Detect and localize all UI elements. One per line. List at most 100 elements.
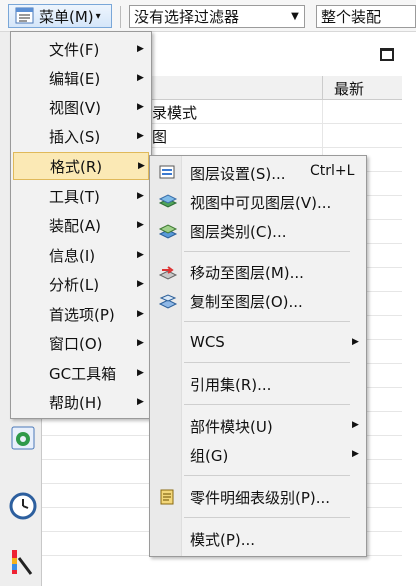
menu-item-label: 零件明细表级别(P)... [190,489,331,507]
layer-settings-icon [159,165,175,179]
menu-item-label: 图层类别(C)... [190,223,287,241]
menu-item-help[interactable]: 帮助(H) ▶ [13,388,149,416]
row-text: 图 [152,128,168,146]
menu-item-layer-settings[interactable]: 图层设置(S)... Ctrl+L [152,159,364,187]
column-divider [322,76,323,100]
menu-item-part-module[interactable]: 部件模块(U) ▶ [152,412,364,440]
selection-filter-value: 没有选择过滤器 [134,8,240,26]
submenu-arrow-icon: ▶ [137,44,144,54]
menu-item-label: 模式(P)... [190,531,256,549]
web-browser-icon[interactable] [9,424,37,452]
submenu-arrow-icon: ▶ [137,102,144,112]
menu-item-analysis[interactable]: 分析(L) ▶ [13,270,149,298]
menu-separator [184,517,350,518]
menu-item-layer-category[interactable]: 图层类别(C)... [152,217,364,245]
menu-button-label: 菜单(M) [39,7,94,26]
main-menu: 文件(F) ▶ 编辑(E) ▶ 视图(V) ▶ 插入(S) ▶ 格式(R) ▶ … [10,31,152,419]
menu-item-label: 引用集(R)... [190,376,272,394]
menu-item-edit[interactable]: 编辑(E) ▶ [13,64,149,92]
row-text: 录模式 [152,104,198,122]
menu-item-preferences[interactable]: 首选项(P) ▶ [13,300,149,328]
menu-separator [184,251,350,252]
menu-item-label: 组(G) [190,447,229,465]
assembly-scope-value: 整个装配 [321,8,382,26]
shortcut-label: Ctrl+L [310,163,355,179]
submenu-arrow-icon: ▶ [137,73,144,83]
submenu-arrow-icon: ▶ [137,131,144,141]
submenu-arrow-icon: ▶ [352,337,359,347]
toolbar-divider [120,6,121,28]
menu-item-label: GC工具箱 [49,364,117,383]
menu-item-label: 首选项(P) [49,305,115,324]
submenu-arrow-icon: ▶ [137,368,144,378]
submenu-arrow-icon: ▶ [352,449,359,459]
parts-list-icon [160,489,174,505]
menu-item-reference-set[interactable]: 引用集(R)... [152,370,364,398]
assembly-scope-dropdown[interactable]: 整个装配 [316,5,416,28]
dropdown-arrow-icon[interactable]: ▼ [286,11,304,22]
menu-item-label: WCS [190,333,225,351]
move-to-layer-icon [158,266,178,280]
format-submenu: 图层设置(S)... Ctrl+L 视图中可见图层(V)... 图层类别(C).… [149,155,367,557]
menu-item-label: 窗口(O) [49,334,103,353]
column-divider [322,100,323,124]
menu-item-label: 部件模块(U) [190,418,273,436]
roles-icon[interactable] [9,548,37,576]
menu-item-info[interactable]: 信息(I) ▶ [13,241,149,269]
column-latest[interactable]: 最新 [334,78,364,99]
menu-item-parts-list-level[interactable]: 零件明细表级别(P)... [152,483,364,511]
maximize-icon[interactable] [380,48,394,61]
menu-item-label: 文件(F) [49,40,100,59]
submenu-arrow-icon: ▶ [137,338,144,348]
menu-item-wcs[interactable]: WCS ▶ [152,329,364,357]
menu-item-label: 复制至图层(O)... [190,293,303,311]
menu-item-label: 插入(S) [49,127,101,146]
menu-item-tools[interactable]: 工具(T) ▶ [13,182,149,210]
menu-item-insert[interactable]: 插入(S) ▶ [13,122,149,150]
chevron-down-icon: ▾ [95,10,101,22]
visible-layers-icon [158,194,178,208]
menu-item-group[interactable]: 组(G) ▶ [152,441,364,469]
copy-to-layer-icon [158,294,178,309]
menu-item-label: 信息(I) [49,246,96,265]
menu-item-label: 帮助(H) [49,393,102,412]
menu-item-window[interactable]: 窗口(O) ▶ [13,329,149,357]
submenu-arrow-icon: ▶ [137,279,144,289]
submenu-arrow-icon: ▶ [138,161,145,171]
submenu-arrow-icon: ▶ [137,220,144,230]
menu-item-file[interactable]: 文件(F) ▶ [13,35,149,63]
menu-separator [184,362,350,363]
menu-item-view[interactable]: 视图(V) ▶ [13,93,149,121]
menu-separator [184,321,350,322]
submenu-arrow-icon: ▶ [137,309,144,319]
menu-separator [184,475,350,476]
column-divider [322,124,323,148]
menu-item-copy-to-layer[interactable]: 复制至图层(O)... [152,287,364,315]
top-toolbar: 菜单(M) ▾ 没有选择过滤器 ▼ 整个装配 [0,0,416,32]
submenu-arrow-icon: ▶ [352,420,359,430]
menu-item-label: 工具(T) [49,187,100,206]
menu-item-visible-layers[interactable]: 视图中可见图层(V)... [152,188,364,216]
layer-category-icon [158,224,178,239]
menu-item-label: 视图中可见图层(V)... [190,194,332,212]
submenu-arrow-icon: ▶ [137,397,144,407]
menu-item-format[interactable]: 格式(R) ▶ [13,152,149,180]
submenu-arrow-icon: ▶ [137,250,144,260]
selection-filter-dropdown[interactable]: 没有选择过滤器 ▼ [129,5,305,28]
menu-item-mode[interactable]: 模式(P)... [152,525,364,553]
menu-item-label: 移动至图层(M)... [190,264,304,282]
menu-separator [184,404,350,405]
submenu-arrow-icon: ▶ [137,191,144,201]
menu-item-label: 格式(R) [50,157,103,176]
menu-item-label: 编辑(E) [49,69,101,88]
menu-button[interactable]: 菜单(M) ▾ [8,4,112,28]
menu-item-label: 装配(A) [49,216,101,235]
menu-item-label: 视图(V) [49,98,101,117]
menu-item-assembly[interactable]: 装配(A) ▶ [13,211,149,239]
menu-item-gc-toolkit[interactable]: GC工具箱 ▶ [13,359,149,387]
menu-item-label: 图层设置(S)... [190,165,286,183]
history-clock-icon[interactable] [9,492,37,520]
menu-item-label: 分析(L) [49,275,100,294]
menu-icon [15,7,35,25]
menu-item-move-to-layer[interactable]: 移动至图层(M)... [152,258,364,286]
